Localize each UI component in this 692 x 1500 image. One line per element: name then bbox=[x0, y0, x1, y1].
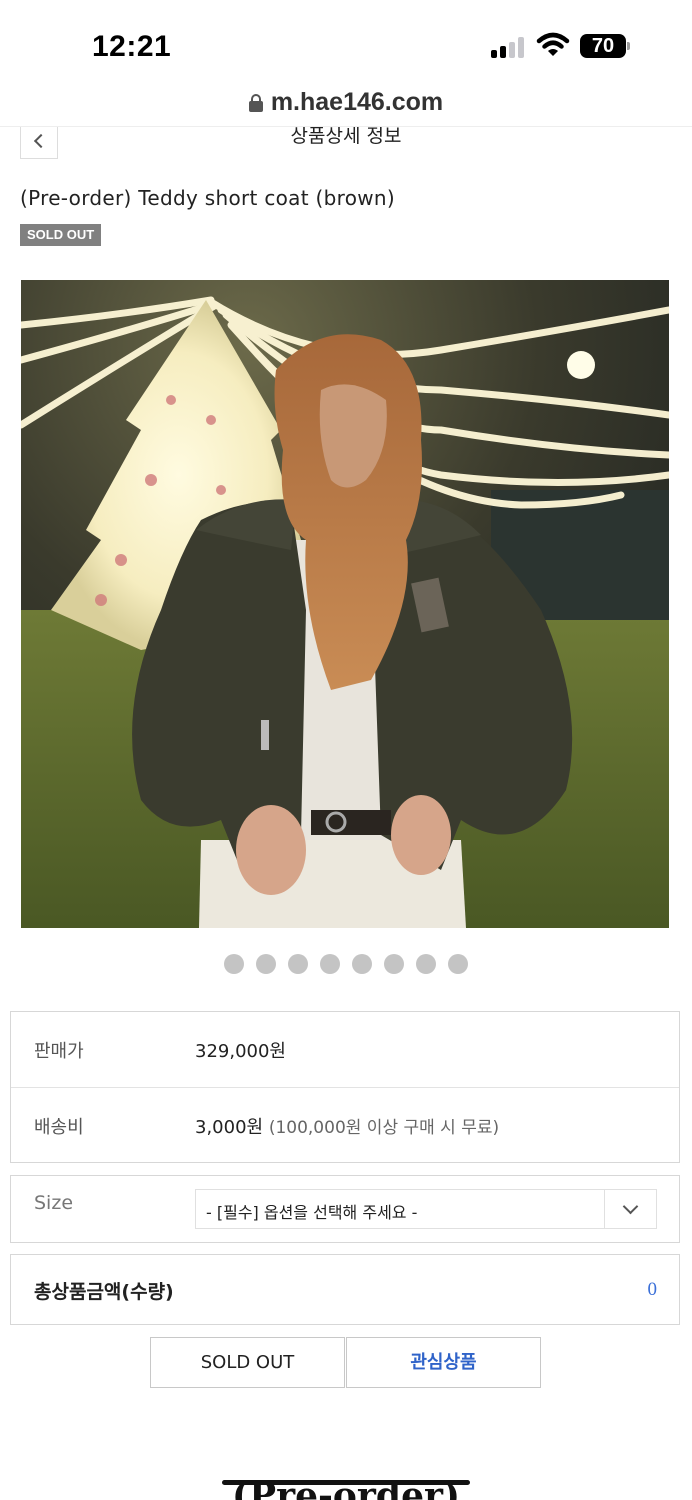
url-text: m.hae146.com bbox=[270, 88, 444, 116]
battery-icon: 70 bbox=[580, 34, 630, 58]
pagination-dot[interactable] bbox=[448, 954, 468, 974]
lock-icon bbox=[248, 93, 263, 112]
size-select[interactable]: - [필수] 옵션을 선택해 주세요 - bbox=[195, 1189, 657, 1229]
page-header: 상품상세 정보 bbox=[0, 126, 692, 166]
shipping-row: 배송비 3,000원 (100,000원 이상 구매 시 무료) bbox=[11, 1087, 679, 1162]
total-table: 총상품금액(수량) 0 bbox=[10, 1254, 680, 1325]
address-bar[interactable]: m.hae146.com bbox=[0, 88, 692, 126]
pagination-dot[interactable] bbox=[416, 954, 436, 974]
shipping-label: 배송비 bbox=[34, 1117, 84, 1138]
sold-out-badge: SOLD OUT bbox=[20, 224, 102, 246]
status-bar: 12:21 70 bbox=[0, 0, 692, 90]
cellular-signal-icon bbox=[491, 36, 527, 58]
wishlist-button[interactable]: 관심상품 bbox=[346, 1337, 541, 1388]
back-button[interactable] bbox=[20, 127, 58, 159]
total-label: 총상품금액(수량) bbox=[34, 1281, 174, 1303]
price-row: 판매가 329,000원 bbox=[11, 1012, 679, 1087]
image-pagination[interactable] bbox=[0, 954, 692, 974]
size-dropdown-button[interactable] bbox=[604, 1190, 656, 1228]
page-title: 상품상세 정보 bbox=[290, 126, 402, 147]
pagination-dot[interactable] bbox=[256, 954, 276, 974]
pagination-dot[interactable] bbox=[352, 954, 372, 974]
shipping-value-wrap: 3,000원 (100,000원 이상 구매 시 무료) bbox=[195, 1113, 499, 1139]
pagination-dot[interactable] bbox=[320, 954, 340, 974]
pagination-dot[interactable] bbox=[224, 954, 244, 974]
product-name: (Pre-order) Teddy short coat (brown) bbox=[20, 186, 395, 210]
size-option-table: Size - [필수] 옵션을 선택해 주세요 - bbox=[10, 1175, 680, 1243]
heading-underline bbox=[222, 1480, 470, 1485]
wifi-icon bbox=[536, 32, 570, 58]
status-time: 12:21 bbox=[92, 30, 172, 63]
shipping-note: (100,000원 이상 구매 시 무료) bbox=[268, 1118, 500, 1138]
price-value: 329,000원 bbox=[195, 1041, 286, 1062]
battery-level: 70 bbox=[580, 34, 626, 58]
chevron-left-icon bbox=[33, 133, 49, 149]
sold-out-button[interactable]: SOLD OUT bbox=[150, 1337, 345, 1388]
chevron-down-icon bbox=[622, 1198, 639, 1214]
price-label: 판매가 bbox=[34, 1041, 84, 1062]
size-select-value: - [필수] 옵션을 선택해 주세요 - bbox=[206, 1203, 418, 1222]
size-label: Size bbox=[34, 1192, 74, 1214]
price-info-table: 판매가 329,000원 배송비 3,000원 (100,000원 이상 구매 … bbox=[10, 1011, 680, 1163]
shipping-value: 3,000원 bbox=[195, 1117, 264, 1138]
total-value: 0 bbox=[647, 1279, 658, 1300]
pagination-dot[interactable] bbox=[384, 954, 404, 974]
pagination-dot[interactable] bbox=[288, 954, 308, 974]
product-photo[interactable] bbox=[21, 280, 669, 928]
